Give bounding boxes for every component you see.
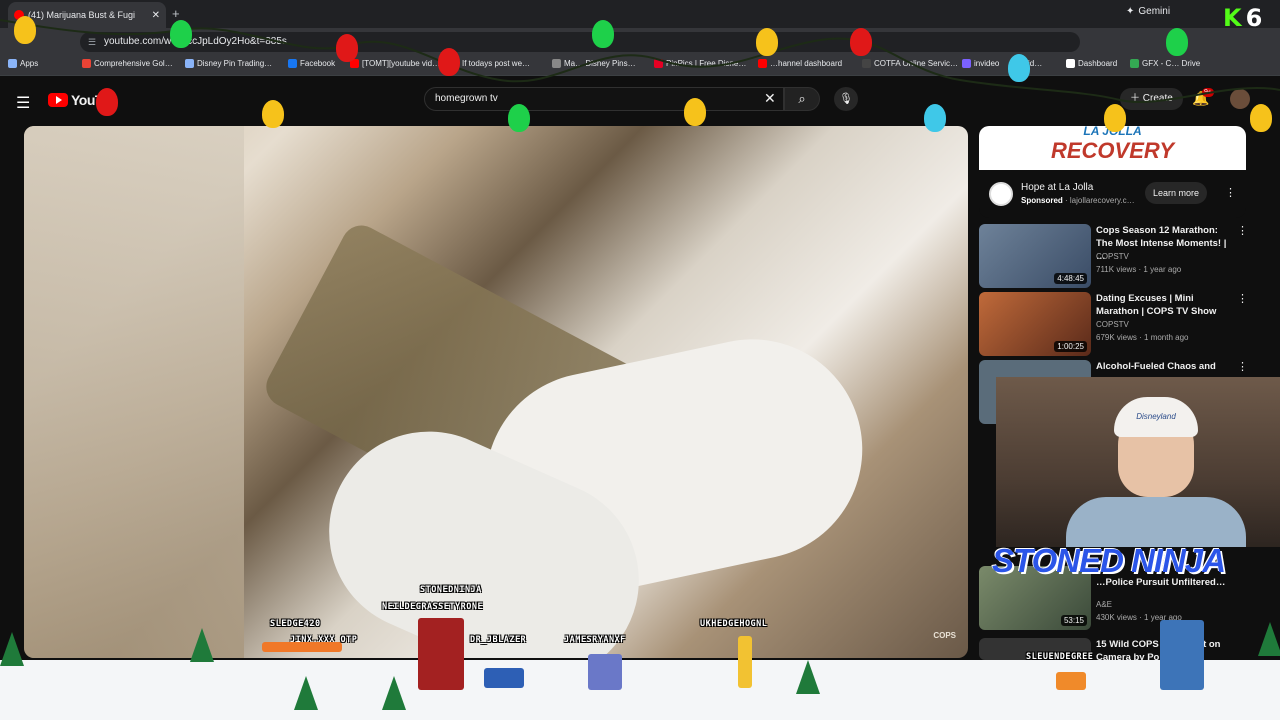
pine-tree — [294, 676, 318, 710]
christmas-bulb — [1166, 28, 1188, 56]
christmas-bulb — [1104, 104, 1126, 132]
christmas-bulb — [262, 100, 284, 128]
bookmark-item[interactable]: Comprehensive Gol… — [82, 59, 173, 68]
bookmark-item[interactable]: Disney Pin Trading… — [185, 59, 272, 68]
sponsored-ad[interactable]: LA JOLLA RECOVERY Hope at La Jolla Sponso… — [979, 126, 1246, 218]
ad-logo — [989, 182, 1013, 206]
christmas-bulb — [850, 28, 872, 56]
bookmark-item[interactable]: Dashboard — [1066, 59, 1117, 68]
search-input[interactable]: homegrown tv — [424, 87, 784, 111]
christmas-bulb — [592, 20, 614, 48]
create-button[interactable]: ＋ Create — [1120, 88, 1183, 110]
close-tab-icon[interactable]: ✕ — [152, 10, 160, 21]
chat-name: SLEDGE420 — [270, 619, 321, 629]
christmas-bulb — [508, 104, 530, 132]
chat-avatar-sprite — [484, 668, 524, 688]
chat-avatar-sprite — [418, 618, 464, 690]
more-icon[interactable]: ⋮ — [1237, 360, 1248, 373]
chat-name: SLEUENDEGREE — [1026, 652, 1094, 662]
more-icon[interactable]: ⋮ — [1225, 186, 1236, 199]
learn-more-button[interactable]: Learn more — [1145, 182, 1208, 204]
video-player[interactable]: COPS — [24, 126, 968, 658]
video-thumbnail: 1:00:25 — [979, 292, 1091, 356]
webcam-overlay: Disneyland — [996, 377, 1280, 547]
close-icon[interactable]: ✕ — [764, 90, 776, 107]
bookmark-item[interactable]: If todays post we… — [450, 59, 530, 68]
bookmark-item[interactable]: Ma… Disney Pins… — [552, 59, 636, 68]
mic-icon[interactable]: 🎙 — [834, 87, 858, 111]
tab-title: (41) Marijuana Bust & Fugi — [28, 10, 136, 20]
address-bar-row: ← ⟳ ☰ youtube.com/w…=ccJpLdOy2Ho&t=885s … — [0, 28, 1280, 75]
more-icon[interactable]: ⋮ — [1237, 292, 1248, 305]
stream-overlay-title: STONED NINJA — [992, 542, 1226, 579]
url-bar[interactable]: ☰ youtube.com/w…=ccJpLdOy2Ho&t=885s — [80, 32, 1080, 52]
bookmark-item[interactable]: [TOMT][youtube vid… — [350, 59, 440, 68]
pine-tree — [382, 676, 406, 710]
christmas-bulb — [170, 20, 192, 48]
recommendation-item[interactable]: 4:48:45 Cops Season 12 Marathon: The Mos… — [979, 224, 1279, 288]
christmas-bulb — [438, 48, 460, 76]
chat-name: NEILDEGRASSETYRONE — [382, 602, 484, 612]
ad-title: Hope at La Jolla — [1021, 182, 1094, 193]
ad-sponsored: Sponsored · lajollarecovery.c… — [1021, 196, 1135, 205]
gemini-button[interactable]: ✦ Gemini — [1126, 6, 1170, 17]
tune-icon: ☰ — [88, 37, 97, 47]
youtube-play-icon — [48, 93, 68, 107]
christmas-bulb — [756, 28, 778, 56]
bookmark-item[interactable]: …hannel dashboard — [758, 59, 842, 68]
chat-name: STONEDNINJA — [420, 585, 482, 595]
more-icon[interactable]: ⋮ — [1237, 224, 1248, 237]
recommendation-item[interactable]: 15 Wild COPS … Caught on Camera by Polic… — [979, 638, 1279, 663]
search-button[interactable]: ⌕ — [784, 87, 820, 111]
ad-banner: LA JOLLA RECOVERY — [979, 126, 1246, 170]
chat-avatar-sprite — [1160, 620, 1204, 690]
chat-avatar-sprite — [738, 636, 752, 688]
pine-tree — [1258, 622, 1280, 656]
bookmark-item[interactable]: Apps — [8, 59, 38, 68]
notification-badge: 9+ — [1202, 88, 1214, 97]
avatar[interactable] — [1230, 89, 1250, 109]
search-icon: ⌕ — [798, 91, 806, 106]
pine-tree — [0, 632, 24, 666]
menu-icon[interactable]: ☰ — [16, 93, 30, 113]
bookmark-item[interactable]: GFX - C… Drive — [1130, 59, 1200, 68]
recommendation-item[interactable]: 1:00:25 Dating Excuses | Mini Marathon |… — [979, 292, 1279, 356]
pine-tree — [190, 628, 214, 662]
chat-avatar-sprite — [262, 642, 342, 652]
christmas-bulb — [96, 88, 118, 116]
christmas-bulb — [336, 34, 358, 62]
bookmarks-bar: Apps Comprehensive Gol… Disney Pin Tradi… — [0, 56, 1280, 76]
youtube-logo[interactable]: YouT — [48, 92, 103, 108]
chat-name: JAMESRYANXF — [564, 635, 626, 645]
christmas-bulb — [684, 98, 706, 126]
christmas-bulb — [1250, 104, 1272, 132]
pine-tree — [796, 660, 820, 694]
browser-tab-bar: (41) Marijuana Bust & Fugi ✕ + ✦ Gemini K… — [0, 0, 1280, 32]
webcam-person — [1066, 497, 1246, 547]
gemini-icon: ✦ — [1126, 6, 1135, 17]
video-thumbnail: 4:48:45 — [979, 224, 1091, 288]
bookmark-item[interactable]: PinPics | Free Disne… — [654, 59, 746, 68]
bookmark-item[interactable]: invideo — [962, 59, 999, 68]
chat-name: UKHEDGEHOGNL — [700, 619, 768, 629]
webcam-cap: Disneyland — [1114, 397, 1198, 437]
chat-avatar-sprite — [588, 654, 622, 690]
bookmark-item[interactable]: id… — [1028, 59, 1042, 68]
bookmark-item[interactable]: COTFA Online Servic… — [862, 59, 958, 68]
chat-avatar-sprite — [1056, 672, 1086, 690]
bookmark-item[interactable]: Facebook — [288, 59, 335, 68]
snow-ground — [0, 660, 1280, 720]
christmas-bulb — [1008, 54, 1030, 82]
christmas-bulb — [14, 16, 36, 44]
video-watermark: COPS — [933, 631, 956, 640]
new-tab-button[interactable]: + — [172, 6, 180, 21]
chat-name: DR_JBLAZER — [470, 635, 527, 645]
christmas-bulb — [924, 104, 946, 132]
video-frame-fridge-door — [24, 126, 244, 658]
